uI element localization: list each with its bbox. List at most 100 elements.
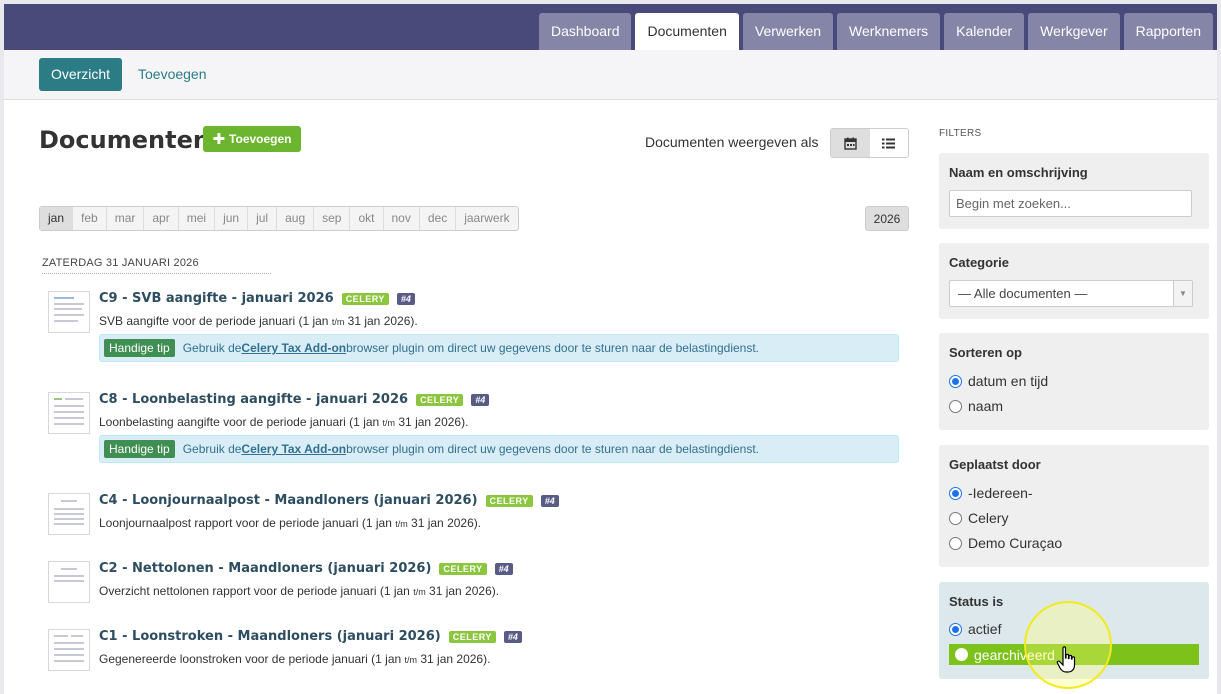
tip-text-before: Gebruik de <box>182 341 242 355</box>
document-thumbnail[interactable] <box>48 392 90 434</box>
status-option-label: actief <box>968 621 1002 637</box>
document-thumbnail[interactable] <box>48 493 90 535</box>
add-document-button[interactable]: ✚ Toevoegen <box>203 126 301 152</box>
view-mode-toggle <box>830 128 909 158</box>
nav-tab-werknemers[interactable]: Werknemers <box>837 13 941 50</box>
nav-tab-rapporten[interactable]: Rapporten <box>1123 13 1213 50</box>
subtab-overzicht[interactable]: Overzicht <box>39 58 122 91</box>
document-description: SVB aangifte voor de periode januari (1 … <box>99 314 418 328</box>
filter-placed-by-box: Geplaatst door -Iedereen- Celery Demo Cu… <box>939 445 1209 567</box>
placed-by-option-celery[interactable]: Celery <box>949 508 1008 528</box>
list-view-button[interactable] <box>869 129 908 157</box>
page: Celery Dashboard Documenten Verwerken We… <box>4 4 1217 694</box>
radio-unchecked-icon <box>949 399 962 413</box>
month-sep[interactable]: sep <box>314 207 351 230</box>
document-title[interactable]: C4 - Loonjournaalpost - Maandloners (jan… <box>99 493 478 508</box>
radio-unchecked-icon <box>955 648 968 661</box>
celery-badge: CELERY <box>416 393 464 406</box>
document-title[interactable]: C8 - Loonbelasting aangifte - januari 20… <box>99 392 408 407</box>
month-okt[interactable]: okt <box>350 207 384 230</box>
document-title[interactable]: C9 - SVB aangifte - januari 2026 <box>99 291 334 306</box>
month-mei[interactable]: mei <box>179 207 216 230</box>
tip-box: Handige tip Gebruik de Celery Tax Add-on… <box>99 435 899 463</box>
document-description: Loonbelasting aangifte voor de periode j… <box>99 415 469 429</box>
month-selector: jan feb mar apr mei jun jul aug sep okt … <box>39 206 519 231</box>
month-dec[interactable]: dec <box>420 207 457 230</box>
filters-title: FILTERS <box>939 128 982 139</box>
document-description: Overzicht nettolonen rapport voor de per… <box>99 584 500 598</box>
top-navbar: Celery Dashboard Documenten Verwerken We… <box>4 4 1217 50</box>
year-button[interactable]: 2026 <box>865 206 909 231</box>
month-jul[interactable]: jul <box>248 207 278 230</box>
month-jan[interactable]: jan <box>40 207 74 230</box>
document-description: Gegenereerde loonstroken voor de periode… <box>99 652 491 666</box>
number-badge: #4 <box>396 292 415 305</box>
placed-by-option-label: Demo Curaçao <box>968 535 1063 551</box>
celery-badge: CELERY <box>485 494 533 507</box>
tip-link-celery-tax-addon[interactable]: Celery Tax Add-on <box>241 442 346 456</box>
number-badge: #4 <box>503 630 522 643</box>
list-icon <box>882 138 896 148</box>
tip-text-before: Gebruik de <box>182 442 242 456</box>
placed-by-option-demo-curacao[interactable]: Demo Curaçao <box>949 533 1062 553</box>
filter-name-box: Naam en omschrijving Begin met zoeken... <box>939 153 1209 229</box>
month-mar[interactable]: mar <box>107 207 145 230</box>
document-thumbnail[interactable] <box>48 291 90 333</box>
filter-category-heading: Categorie <box>949 255 1009 270</box>
sort-option-naam[interactable]: naam <box>949 396 1003 416</box>
celery-badge: CELERY <box>439 562 487 575</box>
document-title-row: C4 - Loonjournaalpost - Maandloners (jan… <box>99 493 559 508</box>
filter-category-box: Categorie — Alle documenten — ▼ <box>939 243 1209 319</box>
number-badge: #4 <box>494 562 513 575</box>
nav-tab-documenten[interactable]: Documenten <box>635 13 739 50</box>
filter-sort-heading: Sorteren op <box>949 345 1022 360</box>
hand-cursor-icon <box>1056 646 1076 673</box>
celery-badge: CELERY <box>448 630 496 643</box>
date-heading: ZATERDAG 31 JANUARI 2026 <box>42 257 271 274</box>
chevron-down-icon: ▼ <box>1173 281 1192 306</box>
tip-text-after: browser plugin om direct uw gegevens doo… <box>346 442 760 456</box>
subtab-toevoegen[interactable]: Toevoegen <box>138 58 207 91</box>
sort-option-datum[interactable]: datum en tijd <box>949 371 1048 391</box>
status-option-actief[interactable]: actief <box>949 619 1001 639</box>
sub-navbar: Overzicht Toevoegen <box>4 50 1217 100</box>
document-title[interactable]: C1 - Loonstroken - Maandloners (januari … <box>99 629 441 644</box>
document-thumbnail[interactable] <box>48 629 90 671</box>
radio-unchecked-icon <box>949 536 962 550</box>
nav-tab-verwerken[interactable]: Verwerken <box>742 13 834 50</box>
category-select[interactable]: — Alle documenten — ▼ <box>949 280 1193 307</box>
placed-by-option-label: Celery <box>968 510 1009 526</box>
number-badge: #4 <box>540 494 559 507</box>
add-document-label: Toevoegen <box>229 132 292 146</box>
nav-tab-werkgever[interactable]: Werkgever <box>1028 13 1120 50</box>
month-nov[interactable]: nov <box>384 207 420 230</box>
nav-tab-kalender[interactable]: Kalender <box>944 13 1025 50</box>
month-feb[interactable]: feb <box>73 207 107 230</box>
month-apr[interactable]: apr <box>144 207 179 230</box>
cursor-highlight <box>1024 601 1112 689</box>
search-input[interactable]: Begin met zoeken... <box>949 190 1192 217</box>
view-mode-label: Documenten weergeven als <box>645 134 819 150</box>
radio-checked-icon <box>949 622 962 636</box>
document-thumbnail[interactable] <box>48 561 90 603</box>
month-jaarwerk[interactable]: jaarwerk <box>456 207 517 230</box>
radio-unchecked-icon <box>949 511 962 525</box>
document-title[interactable]: C2 - Nettolonen - Maandloners (januari 2… <box>99 561 431 576</box>
radio-checked-icon <box>949 374 962 388</box>
calendar-icon <box>844 137 857 150</box>
filter-status-heading: Status is <box>949 594 1004 609</box>
celery-badge: CELERY <box>341 292 389 305</box>
calendar-view-button[interactable] <box>831 129 870 157</box>
nav-tab-dashboard[interactable]: Dashboard <box>538 13 632 50</box>
placed-by-option-iedereen[interactable]: -Iedereen- <box>949 483 1033 503</box>
document-title-row: C8 - Loonbelasting aangifte - januari 20… <box>99 392 490 407</box>
month-jun[interactable]: jun <box>215 207 249 230</box>
category-selected-value: — Alle documenten — <box>958 286 1088 301</box>
number-badge: #4 <box>471 393 490 406</box>
document-title-row: C2 - Nettolonen - Maandloners (januari 2… <box>99 561 513 576</box>
month-aug[interactable]: aug <box>277 207 315 230</box>
tip-link-celery-tax-addon[interactable]: Celery Tax Add-on <box>241 341 346 355</box>
document-title-row: C1 - Loonstroken - Maandloners (januari … <box>99 629 522 644</box>
main-nav-tabs: Dashboard Documenten Verwerken Werknemer… <box>538 13 1213 50</box>
plus-icon: ✚ <box>212 131 226 148</box>
